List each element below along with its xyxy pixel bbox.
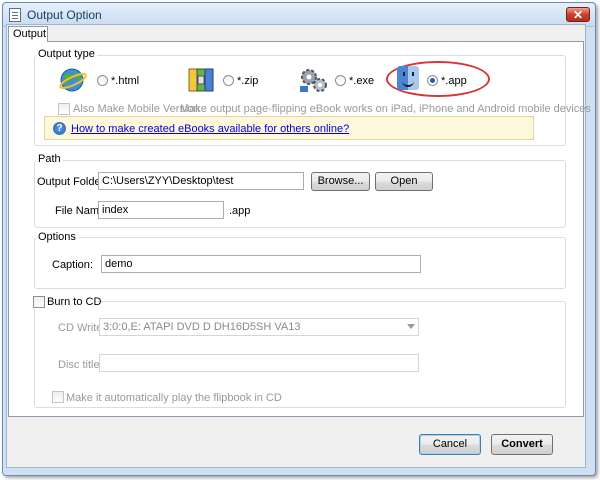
browse-button[interactable]: Browse... (311, 172, 370, 191)
chevron-down-icon (407, 324, 415, 329)
html-label[interactable]: *.html (111, 75, 139, 87)
disc-title-field[interactable] (99, 354, 419, 372)
burn-to-cd-checkbox[interactable] (33, 296, 45, 308)
help-icon: ? (53, 122, 66, 135)
cd-writer-select[interactable]: 3:0:0,E: ATAPI DVD D DH16D5SH VA13 (99, 318, 419, 336)
mobile-version-checkbox[interactable] (58, 103, 70, 115)
app-label[interactable]: *.app (441, 75, 467, 87)
file-extension-label: .app (229, 205, 251, 217)
burn-to-cd-label[interactable]: Burn to CD (47, 296, 101, 308)
caption-label: Caption: (52, 259, 93, 271)
gears-icon (298, 66, 330, 94)
exe-radio[interactable] (335, 75, 346, 86)
autoplay-label: Make it automatically play the flipbook … (66, 392, 282, 404)
disc-title-label: Disc title: (58, 359, 103, 371)
cancel-button[interactable]: Cancel (419, 434, 481, 455)
html-radio[interactable] (97, 75, 108, 86)
help-link[interactable]: How to make created eBooks available for… (71, 123, 349, 135)
cd-writer-value: 3:0:0,E: ATAPI DVD D DH16D5SH VA13 (103, 321, 301, 333)
zip-label[interactable]: *.zip (237, 75, 258, 87)
help-info-bar: ? How to make created eBooks available f… (44, 116, 534, 140)
mobile-version-hint: Make output page-flipping eBook works on… (180, 103, 591, 115)
output-folder-field[interactable]: C:\Users\ZYY\Desktop\test (98, 172, 304, 190)
file-name-field[interactable]: index (98, 201, 224, 219)
caption-field[interactable]: demo (101, 255, 421, 273)
close-button[interactable]: ✕ (566, 7, 590, 22)
tab-output[interactable]: Output (8, 26, 48, 42)
app-radio[interactable] (427, 75, 438, 86)
output-folder-label: Output Folder: (37, 176, 108, 188)
zip-radio[interactable] (223, 75, 234, 86)
open-button[interactable]: Open (375, 172, 433, 191)
options-legend: Options (36, 231, 78, 243)
window-title: Output Option (27, 8, 102, 22)
convert-button[interactable]: Convert (491, 434, 553, 455)
path-legend: Path (36, 153, 63, 165)
zip-archive-icon (186, 66, 216, 94)
output-type-legend: Output type (36, 48, 97, 60)
app-document-icon (9, 8, 21, 22)
globe-icon (58, 66, 88, 94)
mac-finder-icon (397, 66, 419, 90)
exe-label[interactable]: *.exe (349, 75, 374, 87)
autoplay-checkbox[interactable] (52, 391, 64, 403)
